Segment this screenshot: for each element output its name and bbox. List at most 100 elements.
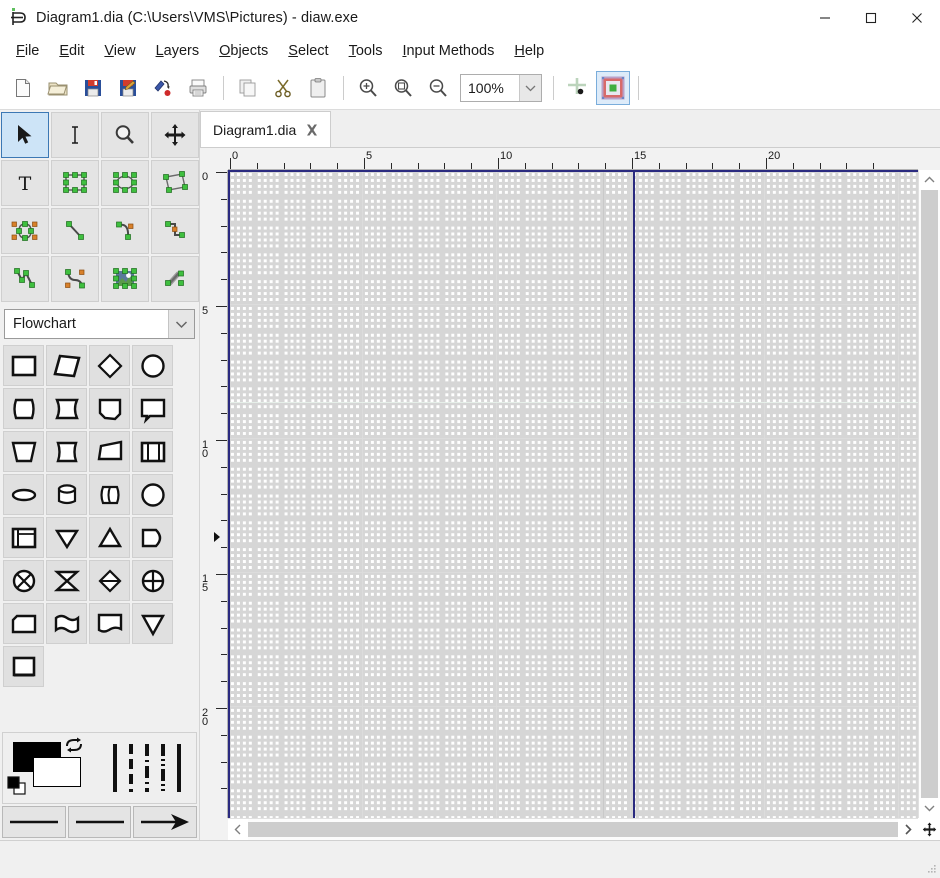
diagram-canvas[interactable] <box>228 170 918 818</box>
vertical-scroll-thumb[interactable] <box>921 190 938 798</box>
shape-summing-junction[interactable] <box>3 560 44 601</box>
scroll-down-button[interactable] <box>919 798 940 818</box>
modify-tool[interactable] <box>1 112 49 158</box>
shape-cross-circle[interactable] <box>132 560 173 601</box>
sheet-combo[interactable]: Flowchart <box>4 309 195 339</box>
shape-preparation[interactable] <box>46 431 87 472</box>
vertical-scroll-track[interactable] <box>919 190 940 798</box>
zoom-in-button[interactable] <box>351 71 385 105</box>
zoom-fit-button[interactable] <box>386 71 420 105</box>
horizontal-scrollbar[interactable] <box>228 818 918 840</box>
copy-button[interactable] <box>231 71 265 105</box>
polygon-tool[interactable] <box>151 160 199 206</box>
outline-tool[interactable] <box>151 256 199 302</box>
menu-tools[interactable]: Tools <box>339 40 393 62</box>
ellipse-tool[interactable] <box>101 160 149 206</box>
menu-input-methods[interactable]: Input Methods <box>392 40 504 62</box>
horizontal-scroll-track[interactable] <box>248 819 898 840</box>
start-arrow-button[interactable] <box>2 806 66 838</box>
resize-grip-icon[interactable] <box>925 863 937 875</box>
text-edit-tool[interactable] <box>51 112 99 158</box>
sheet-selected-value[interactable]: Flowchart <box>5 310 168 338</box>
menu-help[interactable]: Help <box>504 40 554 62</box>
shape-terminal[interactable] <box>89 431 130 472</box>
text-tool[interactable]: T <box>1 160 49 206</box>
shape-card[interactable] <box>3 603 44 644</box>
menu-layers[interactable]: Layers <box>146 40 210 62</box>
zoom-level-value[interactable]: 100% <box>461 75 519 101</box>
end-arrow-button[interactable] <box>133 806 198 838</box>
export-button[interactable] <box>146 71 180 105</box>
shape-connector-circle[interactable] <box>132 345 173 386</box>
cut-button[interactable] <box>266 71 300 105</box>
close-icon[interactable] <box>304 122 320 138</box>
shape-collate[interactable] <box>132 517 173 558</box>
save-as-button[interactable] <box>111 71 145 105</box>
shape-documents[interactable] <box>89 603 130 644</box>
shape-offpage-ref[interactable] <box>3 474 44 515</box>
snap-to-objects-button[interactable] <box>596 70 630 105</box>
paste-button[interactable] <box>301 71 335 105</box>
snap-to-grid-button[interactable] <box>561 71 595 105</box>
shape-manual-operation[interactable] <box>89 388 130 429</box>
pan-move-icon[interactable] <box>918 818 940 840</box>
scroll-right-button[interactable] <box>898 819 918 840</box>
chevron-down-icon[interactable] <box>168 310 194 338</box>
shape-magnetic-drum[interactable] <box>46 474 87 515</box>
arc-tool[interactable] <box>101 208 149 254</box>
menu-objects[interactable]: Objects <box>209 40 278 62</box>
maximize-button[interactable] <box>848 0 894 36</box>
print-button[interactable] <box>181 71 215 105</box>
shape-predefined-process[interactable] <box>3 388 44 429</box>
horizontal-ruler[interactable]: 0 5 10 15 20 <box>228 148 918 170</box>
close-button[interactable] <box>894 0 940 36</box>
swap-colors-icon[interactable] <box>63 737 85 760</box>
shape-decision[interactable] <box>89 345 130 386</box>
zigzagline-tool[interactable] <box>151 208 199 254</box>
magnify-tool[interactable] <box>101 112 149 158</box>
vertical-scrollbar[interactable] <box>918 170 940 818</box>
shape-punched-tape[interactable] <box>46 603 87 644</box>
shape-document[interactable] <box>3 517 44 558</box>
open-diagram-button[interactable] <box>41 71 75 105</box>
horizontal-scroll-thumb[interactable] <box>248 822 898 837</box>
scroll-tool[interactable] <box>151 112 199 158</box>
polyline-tool[interactable] <box>1 256 49 302</box>
shape-display[interactable] <box>132 388 173 429</box>
default-colors-icon[interactable] <box>7 775 29 802</box>
box-tool[interactable] <box>51 160 99 206</box>
shape-magnetic-tape[interactable] <box>89 474 130 515</box>
shape-parallelogram[interactable] <box>46 345 87 386</box>
chevron-down-icon[interactable] <box>519 74 541 101</box>
shape-internal-storage[interactable] <box>132 431 173 472</box>
shape-offline-storage[interactable] <box>3 646 44 687</box>
zoom-level-combo[interactable]: 100% <box>460 73 542 102</box>
menu-select[interactable]: Select <box>278 40 338 62</box>
menu-file[interactable]: File <box>6 40 49 62</box>
shape-extract-triangle[interactable] <box>132 603 173 644</box>
bezierline-tool[interactable] <box>51 256 99 302</box>
menu-edit[interactable]: Edit <box>49 40 94 62</box>
shape-sort-circle[interactable] <box>132 474 173 515</box>
scroll-up-button[interactable] <box>919 170 940 190</box>
shape-merge[interactable] <box>89 517 130 558</box>
menu-view[interactable]: View <box>94 40 145 62</box>
background-color-swatch[interactable] <box>33 757 81 787</box>
shape-collate-hourglass[interactable] <box>46 560 87 601</box>
shape-manual-input[interactable] <box>3 431 44 472</box>
new-diagram-button[interactable] <box>6 71 40 105</box>
image-tool[interactable] <box>101 256 149 302</box>
vertical-ruler[interactable]: 0 5 10 15 20 <box>200 170 228 818</box>
line-tool[interactable] <box>51 208 99 254</box>
zoom-out-button[interactable] <box>421 71 455 105</box>
save-button[interactable] <box>76 71 110 105</box>
shape-extract[interactable] <box>46 517 87 558</box>
line-style-button[interactable] <box>67 806 132 838</box>
tab-diagram1[interactable]: Diagram1.dia <box>200 111 332 147</box>
minimize-button[interactable] <box>802 0 848 36</box>
beziergon-tool[interactable] <box>1 208 49 254</box>
shape-process[interactable] <box>3 345 44 386</box>
shape-delay[interactable] <box>46 388 87 429</box>
scroll-left-button[interactable] <box>228 819 248 840</box>
shape-or[interactable] <box>89 560 130 601</box>
